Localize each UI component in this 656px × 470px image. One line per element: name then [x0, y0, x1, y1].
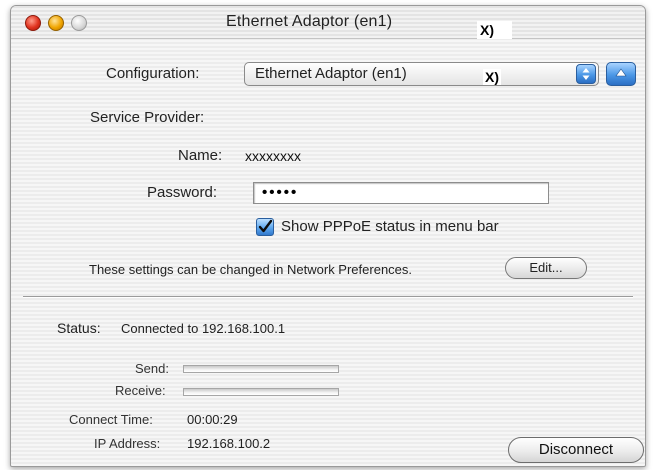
configuration-selected: Ethernet Adaptor (en1) [255, 65, 407, 82]
title-bar[interactable]: Ethernet Adaptor (en1) X) [11, 6, 645, 39]
ip-address-label: IP Address: [94, 436, 161, 451]
network-preferences-note: These settings can be changed in Network… [89, 262, 413, 277]
send-meter [183, 365, 339, 373]
show-pppoe-status-label[interactable]: Show PPPoE status in menu bar [281, 218, 499, 235]
internet-connect-window: Ethernet Adaptor (en1) X) Configuration:… [10, 5, 646, 467]
status-value: Connected to 192.168.100.1 [121, 321, 286, 336]
edit-button[interactable]: Edit... [505, 257, 587, 279]
ip-address-value: 192.168.100.2 [187, 436, 271, 451]
connect-time-value: 00:00:29 [187, 412, 238, 427]
section-divider [23, 296, 633, 298]
receive-meter [183, 388, 339, 396]
status-label: Status: [57, 320, 101, 336]
service-provider-label: Service Provider: [90, 109, 205, 126]
disconnect-button[interactable]: Disconnect [508, 437, 644, 463]
up-down-arrows-icon [576, 64, 596, 84]
receive-label: Receive: [115, 383, 166, 398]
eject-button[interactable] [606, 62, 636, 86]
connect-time-label: Connect Time: [69, 412, 153, 427]
name-label: Name: [178, 147, 223, 164]
show-pppoe-status-checkbox[interactable] [256, 218, 274, 236]
zoom-window-button[interactable] [71, 15, 87, 31]
minimize-window-button[interactable] [48, 15, 64, 31]
name-value: xxxxxxxx [245, 148, 301, 164]
window-title-suffix: X) [477, 21, 512, 39]
configuration-label: Configuration: [106, 65, 200, 82]
window-title: Ethernet Adaptor (en1) [226, 13, 393, 30]
send-label: Send: [135, 361, 169, 376]
password-label: Password: [147, 184, 218, 201]
checkmark-icon [258, 219, 273, 233]
configuration-popup[interactable]: Ethernet Adaptor (en1) X) [244, 62, 599, 86]
password-field[interactable]: ••••• [253, 182, 549, 204]
close-window-button[interactable] [25, 15, 41, 31]
eject-icon [615, 68, 627, 77]
configuration-selected-suffix: X) [483, 69, 501, 85]
